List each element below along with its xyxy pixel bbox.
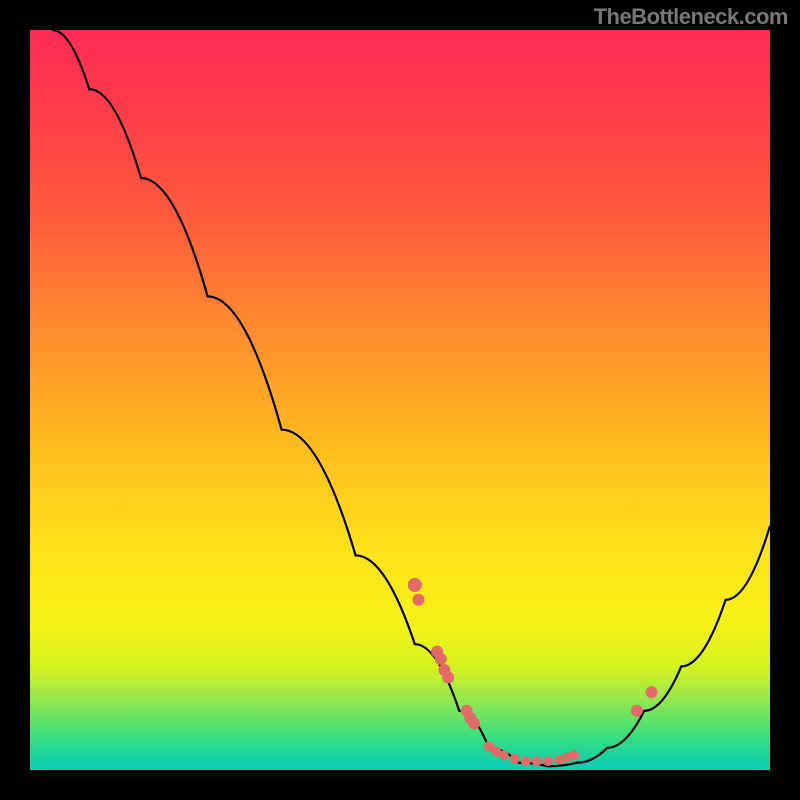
marker-dot [569, 750, 579, 760]
marker-dot [521, 756, 531, 766]
marker-dot [631, 705, 643, 717]
marker-group [408, 578, 658, 766]
marker-dot [499, 750, 509, 760]
marker-dot [408, 578, 422, 592]
marker-dot [543, 756, 553, 766]
marker-dot [413, 594, 425, 606]
chart-container: TheBottleneck.com [0, 0, 800, 800]
marker-dot [510, 754, 520, 764]
marker-dot [468, 717, 480, 729]
bottleneck-curve [52, 30, 770, 766]
marker-dot [532, 756, 542, 766]
marker-dot [646, 686, 658, 698]
watermark-text: TheBottleneck.com [594, 4, 788, 30]
chart-svg [30, 30, 770, 770]
marker-dot [435, 653, 447, 665]
plot-area [30, 30, 770, 770]
marker-dot [442, 672, 454, 684]
